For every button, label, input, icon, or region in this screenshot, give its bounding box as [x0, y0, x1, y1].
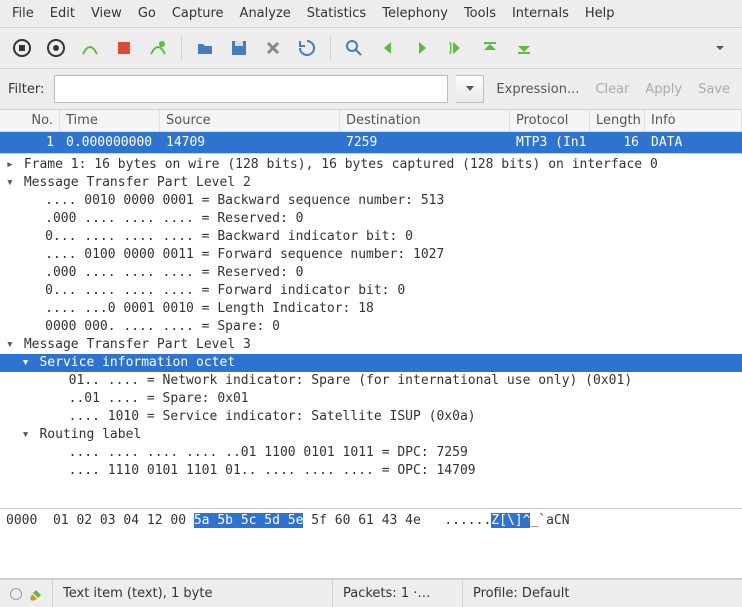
status-text: Text item (text), 1 byte: [53, 580, 333, 607]
hex-ascii: ......: [444, 513, 491, 528]
go-last-icon[interactable]: [510, 34, 538, 62]
hex-offset: 0000: [6, 513, 37, 528]
col-header-protocol[interactable]: Protocol: [510, 110, 590, 131]
open-icon[interactable]: [191, 34, 219, 62]
menu-edit[interactable]: Edit: [42, 2, 83, 25]
tree-field[interactable]: .... 1110 0101 1101 01.. .... .... .... …: [0, 462, 742, 480]
hex-ascii-selected: Z[\]^: [491, 513, 530, 528]
go-forward-icon[interactable]: [408, 34, 436, 62]
expression-button[interactable]: Expression...: [492, 82, 583, 97]
tree-field[interactable]: 0000 000. .... .... = Spare: 0: [0, 318, 742, 336]
hex-bytes: 5f 60 61 43 4e: [303, 513, 444, 528]
edit-icon[interactable]: [28, 587, 42, 601]
menu-telephony[interactable]: Telephony: [374, 2, 456, 25]
menu-capture[interactable]: Capture: [164, 2, 232, 25]
menu-tools[interactable]: Tools: [456, 2, 504, 25]
options-icon[interactable]: [42, 34, 70, 62]
save-icon[interactable]: [225, 34, 253, 62]
cell-protocol: MTP3 (In1: [510, 132, 590, 153]
apply-button[interactable]: Apply: [641, 82, 686, 97]
col-header-no[interactable]: No.: [0, 110, 60, 131]
close-icon[interactable]: [259, 34, 287, 62]
expert-info-icon[interactable]: [10, 588, 22, 600]
hex-ascii: _`aCN: [530, 513, 569, 528]
packet-row[interactable]: 1 0.000000000 14709 7259 MTP3 (In1 16 DA…: [0, 132, 742, 153]
packet-list: No. Time Source Destination Protocol Len…: [0, 110, 742, 154]
tree-sio[interactable]: ▾ Service information octet: [0, 354, 742, 372]
find-icon[interactable]: [340, 34, 368, 62]
filter-input[interactable]: [54, 75, 448, 103]
tree-frame[interactable]: ▸ Frame 1: 16 bytes on wire (128 bits), …: [0, 156, 742, 174]
toolbar: [0, 28, 742, 69]
go-back-icon[interactable]: [374, 34, 402, 62]
col-header-source[interactable]: Source: [160, 110, 340, 131]
cell-length: 16: [590, 132, 645, 153]
cell-destination: 7259: [340, 132, 510, 153]
stop-capture-icon[interactable]: [110, 34, 138, 62]
filter-bar: Filter: Expression... Clear Apply Save: [0, 69, 742, 110]
go-to-icon[interactable]: [442, 34, 470, 62]
packet-details[interactable]: ▸ Frame 1: 16 bytes on wire (128 bits), …: [0, 154, 742, 509]
tree-field[interactable]: 0... .... .... .... = Backward indicator…: [0, 228, 742, 246]
start-capture-icon[interactable]: [76, 34, 104, 62]
packet-list-header: No. Time Source Destination Protocol Len…: [0, 110, 742, 132]
col-header-length[interactable]: Length: [590, 110, 645, 131]
tree-mtp3[interactable]: ▾ Message Transfer Part Level 3: [0, 336, 742, 354]
hex-bytes: 01 02 03 04 12 00: [53, 513, 194, 528]
tree-field[interactable]: ..01 .... = Spare: 0x01: [0, 390, 742, 408]
go-first-icon[interactable]: [476, 34, 504, 62]
filter-dropdown-icon[interactable]: [456, 75, 484, 103]
clear-button[interactable]: Clear: [591, 82, 633, 97]
tree-field[interactable]: .... 0010 0000 0001 = Backward sequence …: [0, 192, 742, 210]
tree-field[interactable]: 01.. .... = Network indicator: Spare (fo…: [0, 372, 742, 390]
toolbar-separator: [330, 36, 331, 60]
menu-view[interactable]: View: [83, 2, 130, 25]
tree-field[interactable]: .... 0100 0000 0011 = Forward sequence n…: [0, 246, 742, 264]
tree-field[interactable]: .... ...0 0001 0010 = Length Indicator: …: [0, 300, 742, 318]
menu-file[interactable]: File: [4, 2, 42, 25]
hex-bytes-selected: 5a 5b 5c 5d 5e: [194, 513, 304, 528]
restart-capture-icon[interactable]: [144, 34, 172, 62]
menu-analyze[interactable]: Analyze: [232, 2, 299, 25]
cell-time: 0.000000000: [60, 132, 160, 153]
interfaces-icon[interactable]: [8, 34, 36, 62]
menu-go[interactable]: Go: [130, 2, 164, 25]
save-filter-button[interactable]: Save: [694, 82, 734, 97]
col-header-info[interactable]: Info: [645, 110, 742, 131]
tree-mtp2[interactable]: ▾ Message Transfer Part Level 2: [0, 174, 742, 192]
reload-icon[interactable]: [293, 34, 321, 62]
col-header-destination[interactable]: Destination: [340, 110, 510, 131]
menubar: File Edit View Go Capture Analyze Statis…: [0, 0, 742, 28]
toolbar-separator: [181, 36, 182, 60]
status-packets: Packets: 1 ·…: [333, 580, 463, 607]
filter-label: Filter:: [8, 82, 46, 97]
tree-field[interactable]: .000 .... .... .... = Reserved: 0: [0, 264, 742, 282]
tree-field[interactable]: 0... .... .... .... = Forward indicator …: [0, 282, 742, 300]
menu-help[interactable]: Help: [577, 2, 623, 25]
status-bar: Text item (text), 1 byte Packets: 1 ·… P…: [0, 579, 742, 607]
menu-internals[interactable]: Internals: [504, 2, 577, 25]
cell-info: DATA: [645, 132, 742, 153]
menu-statistics[interactable]: Statistics: [299, 2, 374, 25]
overflow-icon[interactable]: [706, 34, 734, 62]
tree-field[interactable]: .... 1010 = Service indicator: Satellite…: [0, 408, 742, 426]
cell-source: 14709: [160, 132, 340, 153]
hex-view[interactable]: 0000 01 02 03 04 12 00 5a 5b 5c 5d 5e 5f…: [0, 509, 742, 579]
cell-no: 1: [0, 132, 60, 153]
status-profile[interactable]: Profile: Default: [463, 580, 742, 607]
tree-field[interactable]: .000 .... .... .... = Reserved: 0: [0, 210, 742, 228]
col-header-time[interactable]: Time: [60, 110, 160, 131]
tree-routing[interactable]: ▾ Routing label: [0, 426, 742, 444]
tree-field[interactable]: .... .... .... .... ..01 1100 0101 1011 …: [0, 444, 742, 462]
